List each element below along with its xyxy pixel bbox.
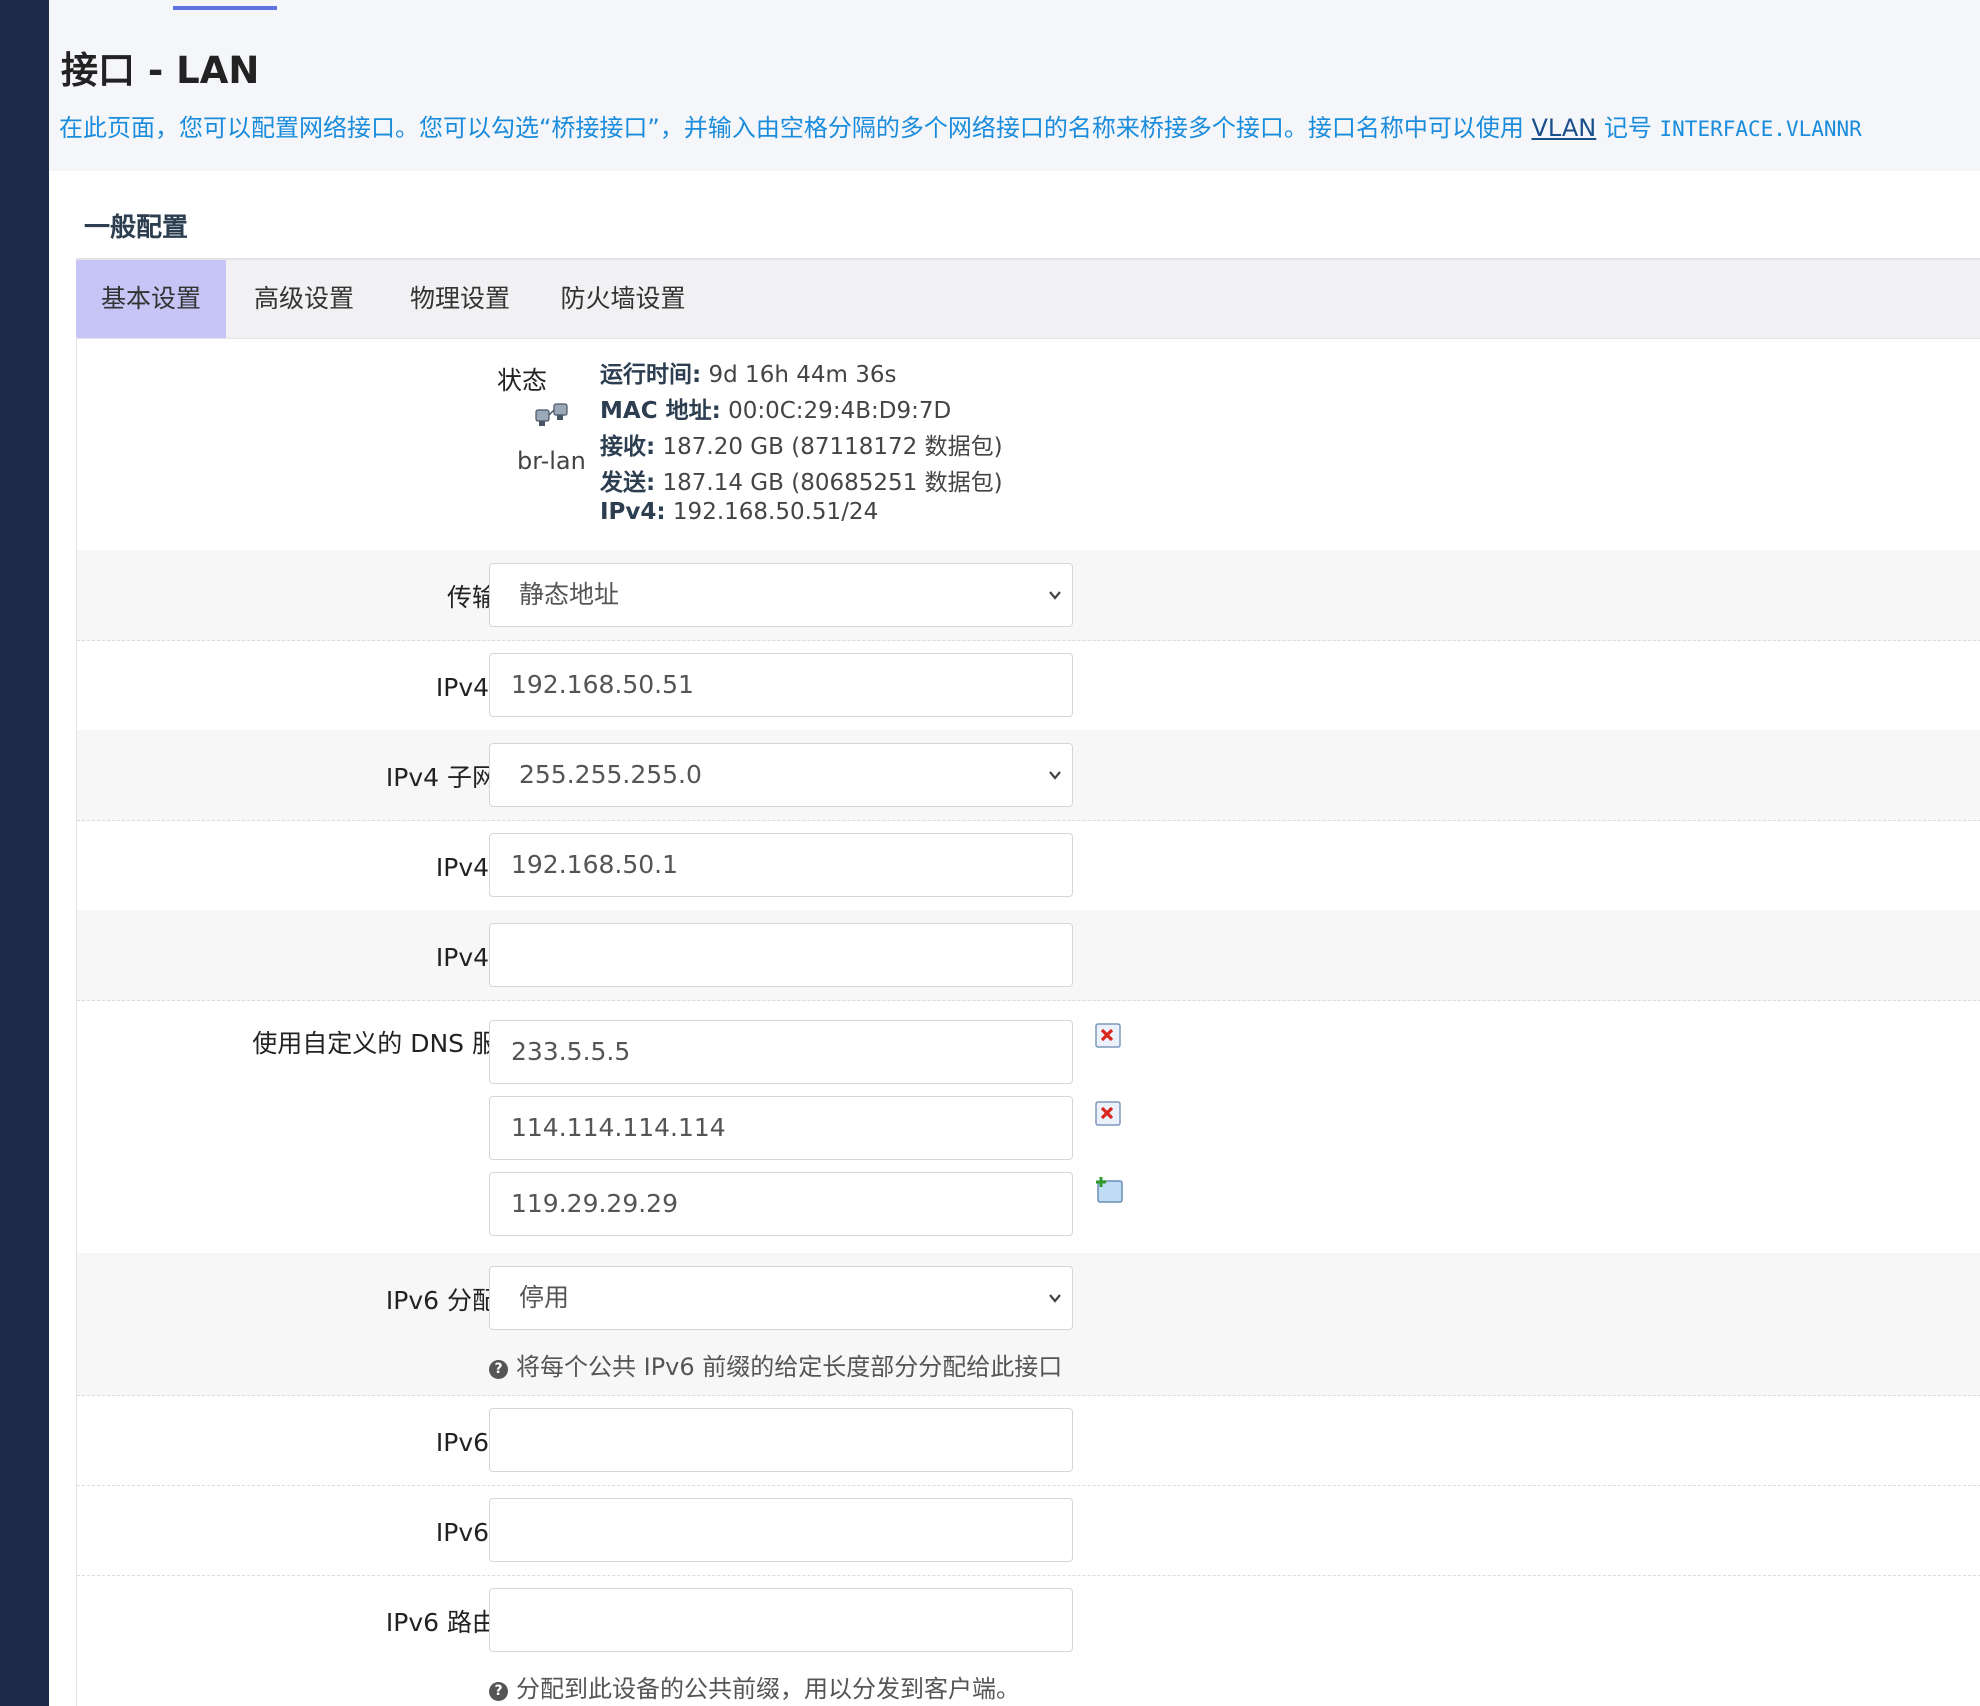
status-rx: 接收: 187.20 GB (87118172 数据包) <box>600 434 1003 460</box>
dns-server-input-2[interactable]: 114.114.114.114 <box>489 1096 1073 1160</box>
add-entry-icon[interactable] <box>1094 1176 1124 1204</box>
status-device-name: br-lan <box>517 447 586 475</box>
ipv4-broadcast-input[interactable] <box>489 923 1073 987</box>
ipv6-assign-row: IPv6 分配长度 停用 ? 将每个公共 IPv6 前缀的给定长度部分分配给此接口 <box>77 1253 1980 1396</box>
ipv4-netmask-value: 255.255.255.0 <box>519 760 702 789</box>
status-ipv4: IPv4: 192.168.50.51/24 <box>600 499 879 525</box>
ipv4-gateway-row: IPv4 网关 192.168.50.1 <box>77 820 1980 911</box>
tab-physical-settings[interactable]: 物理设置 <box>382 260 538 338</box>
status-tx: 发送: 187.14 GB (80685251 数据包) <box>600 470 1003 496</box>
ipv6-prefix-input[interactable] <box>489 1588 1073 1652</box>
tab-firewall-settings[interactable]: 防火墙设置 <box>538 260 708 338</box>
ipv4-gateway-input[interactable]: 192.168.50.1 <box>489 833 1073 897</box>
protocol-value: 静态地址 <box>519 580 620 609</box>
remove-entry-icon[interactable] <box>1094 1100 1124 1128</box>
page-title: 接口 - LAN <box>61 49 260 92</box>
dns-server-input-1[interactable]: 233.5.5.5 <box>489 1020 1073 1084</box>
remove-entry-icon[interactable] <box>1094 1022 1124 1050</box>
ipv6-prefix-hint: ? 分配到此设备的公共前缀，用以分发到客户端。 <box>489 1669 1020 1704</box>
active-nav-indicator <box>173 6 277 10</box>
ipv6-address-row: IPv6 地址 <box>77 1395 1980 1486</box>
ipv6-assign-value: 停用 <box>519 1283 570 1312</box>
vlan-link[interactable]: VLAN <box>1532 114 1597 142</box>
ipv6-gateway-row: IPv6 网关 <box>77 1485 1980 1576</box>
ipv6-prefix-row: IPv6 路由前缀 ? 分配到此设备的公共前缀，用以分发到客户端。 <box>77 1575 1980 1706</box>
chevron-down-icon <box>1049 1294 1061 1303</box>
dns-server-input-3[interactable]: 119.29.29.29 <box>489 1172 1073 1236</box>
question-circle-icon: ? <box>489 1682 508 1701</box>
tab-bar: 基本设置 高级设置 物理设置 防火墙设置 <box>76 258 1980 339</box>
ipv4-netmask-select[interactable]: 255.255.255.0 <box>489 743 1073 807</box>
chevron-down-icon <box>1049 771 1061 780</box>
status-mac: MAC 地址: 00:0C:29:4B:D9:7D <box>600 398 952 424</box>
protocol-row: 传输协议 静态地址 <box>77 550 1980 641</box>
ipv4-netmask-row: IPv4 子网掩码 255.255.255.0 <box>77 730 1980 821</box>
description-after: 记号 <box>1603 114 1652 142</box>
section-title: 一般配置 <box>84 213 189 243</box>
sidebar <box>0 0 49 1706</box>
tab-advanced-settings[interactable]: 高级设置 <box>226 260 382 338</box>
page-description: 在此页面，您可以配置网络接口。您可以勾选“桥接接口”，并输入由空格分隔的多个网络… <box>59 108 1980 143</box>
status-uptime: 运行时间: 9d 16h 44m 36s <box>600 362 897 388</box>
ipv4-broadcast-row: IPv4 广播 <box>77 910 1980 1001</box>
network-bridge-icon <box>535 403 568 426</box>
dns-row: 使用自定义的 DNS 服务器 233.5.5.5 114.114.114.114… <box>77 1000 1980 1254</box>
ipv6-assign-hint: ? 将每个公共 IPv6 前缀的给定长度部分分配给此接口 <box>489 1347 1062 1382</box>
status-label: 状态 <box>496 366 547 395</box>
chevron-down-icon <box>1049 591 1061 600</box>
question-circle-icon: ? <box>489 1360 508 1379</box>
ipv4-address-input[interactable]: 192.168.50.51 <box>489 653 1073 717</box>
ipv6-assign-select[interactable]: 停用 <box>489 1266 1073 1330</box>
form-body: 状态 br-lan 运行时间: 9d 16h 44m 36s MAC 地址: 0… <box>76 337 1980 1706</box>
status-row: 状态 br-lan 运行时间: 9d 16h 44m 36s MAC 地址: 0… <box>77 337 1980 551</box>
protocol-select[interactable]: 静态地址 <box>489 563 1073 627</box>
description-text: 在此页面，您可以配置网络接口。您可以勾选“桥接接口”，并输入由空格分隔的多个网络… <box>59 114 1524 142</box>
tab-basic-settings[interactable]: 基本设置 <box>76 260 226 338</box>
ipv6-address-input[interactable] <box>489 1408 1073 1472</box>
ipv6-gateway-input[interactable] <box>489 1498 1073 1562</box>
ipv4-address-row: IPv4 地址 192.168.50.51 <box>77 640 1980 731</box>
interface-vlan-code: INTERFACE.VLANNR <box>1659 117 1862 141</box>
